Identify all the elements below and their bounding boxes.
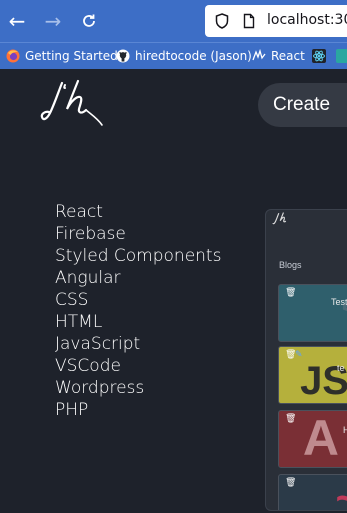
skill-item: Styled Components <box>55 246 222 266</box>
skill-item: Angular <box>55 268 121 288</box>
card-art: ~ <box>336 479 347 510</box>
bookmark-label: hiredtocode (Jason) <box>135 49 252 63</box>
bookmark-label: React <box>271 49 305 63</box>
react-logo-icon <box>312 49 326 63</box>
github-icon <box>116 49 130 63</box>
card-title: H <box>343 425 347 435</box>
blog-preview-window[interactable]: Blogs </> 🗑 Test JS 🗑 ✎ te A 🗑 H ~ 🗑 <box>265 209 347 511</box>
url-text: localhost:300 <box>267 12 347 28</box>
skill-item: JavaScript <box>55 334 141 354</box>
browser-toolbar: ← → localhost:300 <box>0 0 347 42</box>
firefox-icon <box>6 49 20 63</box>
back-button[interactable]: ← <box>4 8 30 34</box>
reload-button[interactable] <box>76 8 102 34</box>
react-bookmark-icon <box>252 49 266 61</box>
card-title: te <box>337 363 345 373</box>
skill-item: HTML <box>55 312 103 332</box>
blog-card[interactable]: ~ 🗑 <box>278 474 347 510</box>
bookmark-react-devtools[interactable] <box>312 47 331 65</box>
bookmark-react[interactable]: React <box>252 47 305 65</box>
arrow-left-icon: ← <box>8 9 26 33</box>
skill-item: PHP <box>55 400 89 420</box>
arrow-right-icon: → <box>44 9 62 33</box>
bookmarks-toolbar: Getting Started hiredtocode (Jason) Reac… <box>0 42 347 69</box>
create-label: Create <box>273 94 331 115</box>
trash-icon[interactable]: 🗑 <box>285 478 296 488</box>
blog-card[interactable]: JS 🗑 ✎ te <box>278 346 347 404</box>
shield-icon <box>215 13 229 29</box>
skill-item: CSS <box>55 290 89 310</box>
skill-item: Wordpress <box>55 378 145 398</box>
bookmark-hiredtocode[interactable]: hiredtocode (Jason) <box>116 47 252 65</box>
preview-jh-logo <box>272 212 287 225</box>
card-title: Test <box>331 297 347 307</box>
skill-item: Firebase <box>55 224 126 244</box>
blog-card[interactable]: A 🗑 H <box>278 410 347 468</box>
blogs-heading: Blogs <box>279 260 302 270</box>
bookmark-getting-started[interactable]: Getting Started <box>6 47 118 65</box>
skill-item: VSCode <box>55 356 121 376</box>
edit-icon[interactable]: ✎ <box>295 350 303 360</box>
trash-icon[interactable]: 🗑 <box>285 414 296 424</box>
bookmark-label: Getting Started <box>25 49 118 63</box>
trash-icon[interactable]: 🗑 <box>285 288 296 298</box>
address-bar[interactable]: localhost:300 <box>205 5 347 37</box>
card-art: A <box>302 410 339 466</box>
reload-icon <box>83 14 95 27</box>
bookmark-extra[interactable] <box>336 47 347 65</box>
forward-button[interactable]: → <box>40 8 66 34</box>
page-icon <box>243 13 255 29</box>
teal-extension-icon <box>336 49 347 63</box>
create-button[interactable]: Create <box>258 83 347 127</box>
page: Create React Firebase Styled Components … <box>0 69 347 513</box>
skills-list: React Firebase Styled Components Angular… <box>55 201 221 421</box>
skill-item: React <box>55 202 103 222</box>
blog-card[interactable]: </> 🗑 Test <box>278 284 347 342</box>
jh-logo[interactable] <box>40 79 106 127</box>
